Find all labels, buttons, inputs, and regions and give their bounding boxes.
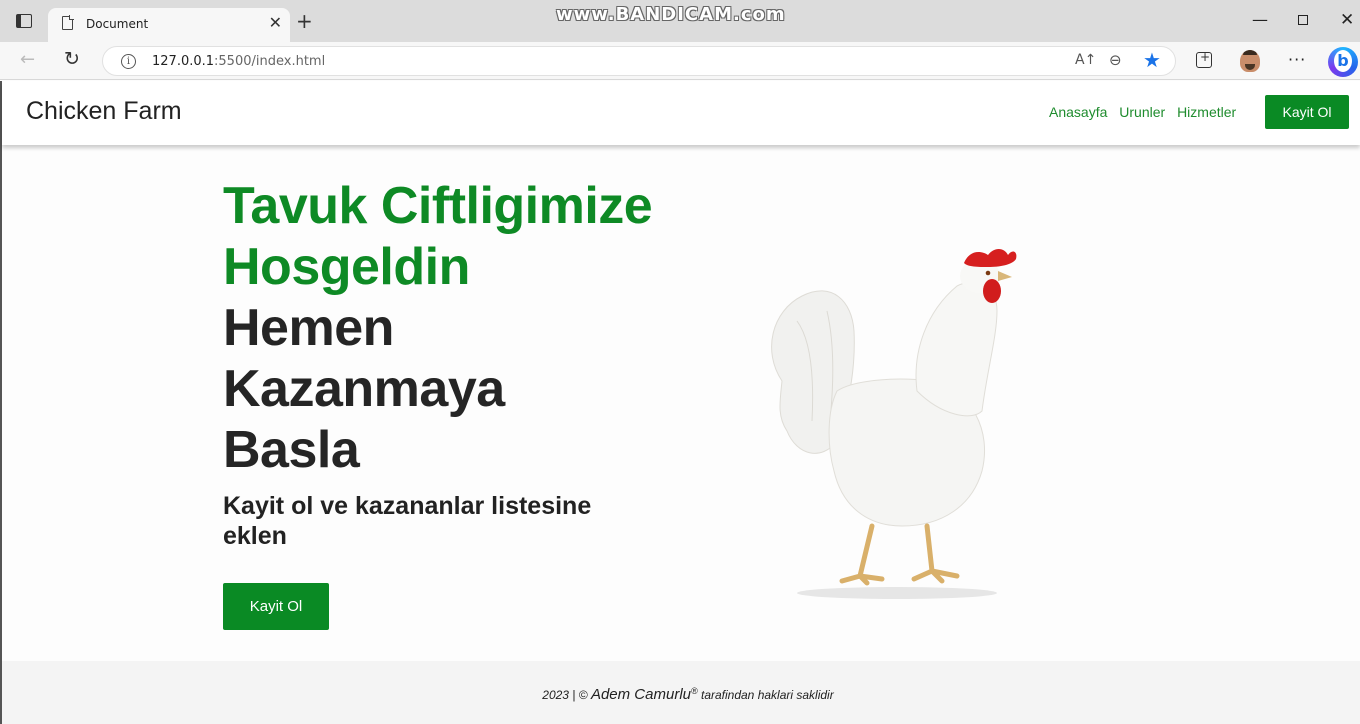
bing-chat-icon[interactable] — [1328, 47, 1358, 77]
favorite-star-icon[interactable]: ★ — [1143, 48, 1161, 72]
site-brand[interactable]: Chicken Farm — [26, 97, 182, 126]
tab-title: Document — [86, 17, 149, 31]
hero-title-line: Hemen — [223, 299, 394, 357]
nav-link-hizmetler[interactable]: Hizmetler — [1177, 104, 1236, 120]
new-tab-icon[interactable]: + — [296, 11, 313, 31]
site-nav: Anasayfa Urunler Hizmetler — [1049, 104, 1244, 120]
tab-actions-icon[interactable] — [16, 14, 32, 28]
url-text[interactable]: 127.0.0.1:5500/index.html — [152, 54, 325, 69]
more-menu-icon[interactable]: ··· — [1288, 50, 1306, 69]
white-chicken-image — [771, 249, 1017, 599]
address-bar[interactable]: i 127.0.0.1:5500/index.html A↑ ⊖ ★ — [102, 46, 1176, 76]
site-info-icon[interactable]: i — [121, 54, 136, 69]
nav-link-anasayfa[interactable]: Anasayfa — [1049, 104, 1107, 120]
maximize-icon[interactable] — [1298, 15, 1308, 25]
web-page: Chicken Farm Anasayfa Urunler Hizmetler … — [0, 81, 1360, 724]
collections-icon[interactable] — [1196, 50, 1212, 68]
author-name: Adem Camurlu — [590, 686, 691, 703]
hero-title-line: Tavuk Ciftligimize — [223, 177, 653, 235]
browser-toolbar: ← ↻ i 127.0.0.1:5500/index.html A↑ ⊖ ★ ·… — [0, 42, 1360, 80]
back-arrow-icon[interactable]: ← — [20, 49, 35, 70]
hero-title-line: Kazanmaya — [223, 360, 505, 418]
site-footer: 2023 | © Adem Camurlu® tarafindan haklar… — [2, 661, 1360, 724]
browser-tab-bar: Document ✕ + www.BANDICAM.com — ✕ — [0, 0, 1360, 42]
read-aloud-icon[interactable]: A↑ — [1075, 52, 1096, 68]
hero-text: Tavuk Ciftligimize Hosgeldin Hemen Kazan… — [223, 176, 723, 551]
browser-tab[interactable]: Document ✕ — [48, 8, 290, 42]
recording-watermark: www.BANDICAM.com — [556, 4, 786, 25]
site-header: Chicken Farm Anasayfa Urunler Hizmetler … — [2, 81, 1360, 145]
header-signup-button[interactable]: Kayit Ol — [1265, 95, 1349, 129]
close-window-icon[interactable]: ✕ — [1340, 10, 1354, 30]
nav-link-urunler[interactable]: Urunler — [1119, 104, 1165, 120]
hero-title-line: Basla — [223, 421, 360, 479]
tab-close-icon[interactable]: ✕ — [269, 13, 282, 32]
minimize-icon[interactable]: — — [1252, 10, 1268, 29]
hero-subtitle: Kayit ol ve kazananlar listesine eklen — [223, 492, 592, 550]
reload-icon[interactable]: ↻ — [64, 48, 80, 70]
zoom-out-icon[interactable]: ⊖ — [1109, 51, 1122, 69]
document-icon — [62, 15, 74, 30]
copyright-text: 2023 | © Adem Camurlu® tarafindan haklar… — [542, 686, 834, 703]
hero-signup-button[interactable]: Kayit Ol — [223, 583, 329, 630]
hero-title-line: Hosgeldin — [223, 238, 470, 296]
profile-avatar[interactable] — [1240, 50, 1260, 72]
